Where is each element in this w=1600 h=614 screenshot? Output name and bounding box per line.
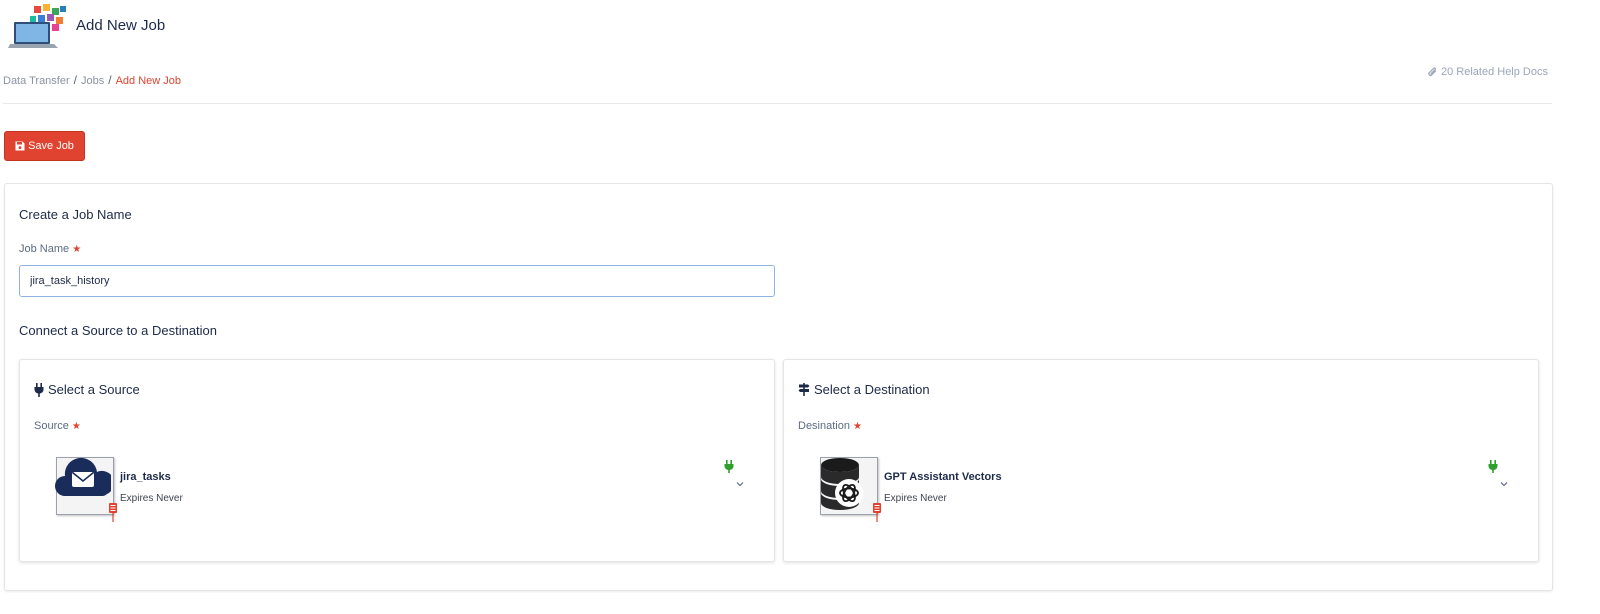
destination-title: Select a Destination [814,382,930,397]
laptop-apps-icon [8,4,66,48]
job-name-input[interactable] [19,265,775,297]
required-marker: ★ [72,244,82,255]
source-connector-name: jira_tasks [120,471,171,483]
floppy-disk-icon [15,141,25,151]
page-title: Add New Job [76,17,166,34]
section-title-connect: Connect a Source to a Destination [19,323,218,338]
breadcrumb: Data Transfer / Jobs / Add New Job [3,73,181,87]
save-job-label: Save Job [28,140,74,152]
paperclip-icon [1428,67,1437,76]
connected-plug-icon [724,460,734,473]
required-marker: ★ [853,421,863,432]
source-label: Source ★ [34,420,81,432]
status-badge-icon [873,503,881,522]
source-connector-expires: Expires Never [120,493,183,504]
destination-connector-name: GPT Assistant Vectors [884,471,1002,483]
connected-plug-icon [1488,460,1498,473]
chevron-down-icon[interactable] [736,481,744,487]
breadcrumb-item-jobs[interactable]: Jobs [81,75,104,87]
destination-label-text: Desination [798,420,850,432]
job-form-card: Create a Job Name Job Name ★ Connect a S… [4,183,1553,591]
source-panel: Select a Source Source ★ jira_tasks Expi… [19,359,775,562]
breadcrumb-separator: / [108,73,112,87]
cloud-envelope-icon [55,457,111,496]
source-label-text: Source [34,420,69,432]
required-marker: ★ [71,421,81,432]
section-title-job-name: Create a Job Name [19,207,132,222]
chevron-down-icon[interactable] [1500,481,1508,487]
breadcrumb-item-data-transfer[interactable]: Data Transfer [3,75,70,87]
breadcrumb-current: Add New Job [115,75,182,87]
page-header: Add New Job [8,0,408,52]
save-job-button[interactable]: Save Job [4,131,85,161]
status-badge-icon [109,503,117,522]
source-panel-title: Select a Source [34,382,140,397]
source-connector-thumbnail [55,457,117,522]
destination-panel: Select a Destination Desination ★ GPT As… [783,359,1539,562]
help-docs-link[interactable]: 20 Related Help Docs [1427,66,1548,78]
plug-icon [34,382,44,397]
source-title: Select a Source [48,382,140,397]
database-openai-icon [821,458,863,510]
header-divider [3,103,1552,104]
destination-panel-title: Select a Destination [798,382,930,397]
help-docs-label: 20 Related Help Docs [1440,66,1548,78]
destination-label: Desination ★ [798,420,862,432]
breadcrumb-separator: / [73,73,77,87]
job-name-label-text: Job Name [19,243,70,255]
destination-connector-expires: Expires Never [884,493,947,504]
destination-connector-select[interactable]: GPT Assistant Vectors Expires Never [818,457,1508,522]
job-name-label: Job Name ★ [19,243,81,255]
source-connector-select[interactable]: jira_tasks Expires Never [54,457,744,522]
destination-connector-thumbnail [820,457,881,522]
signpost-icon [798,383,810,396]
